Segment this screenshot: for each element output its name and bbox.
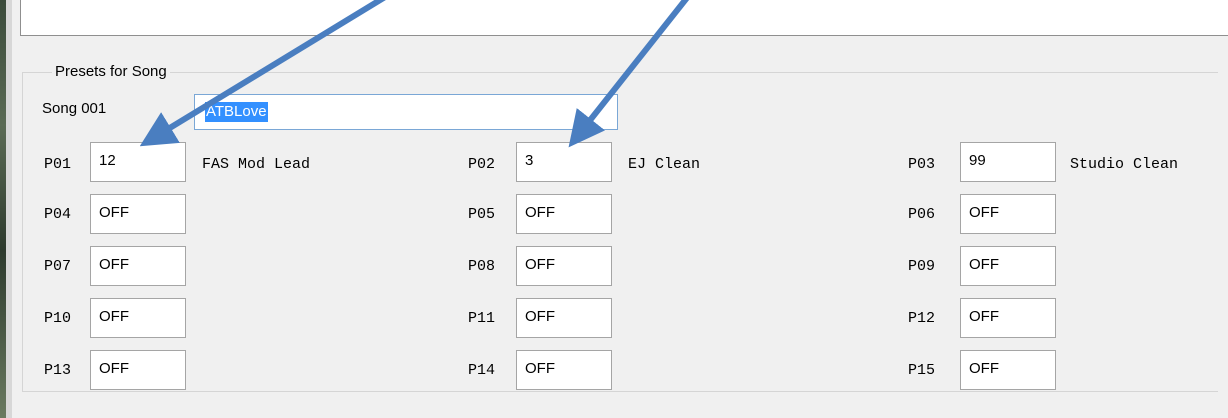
arrow-to-p02 — [568, 0, 690, 148]
arrow-to-p01 — [139, 0, 386, 147]
annotation-arrows — [139, 0, 690, 148]
